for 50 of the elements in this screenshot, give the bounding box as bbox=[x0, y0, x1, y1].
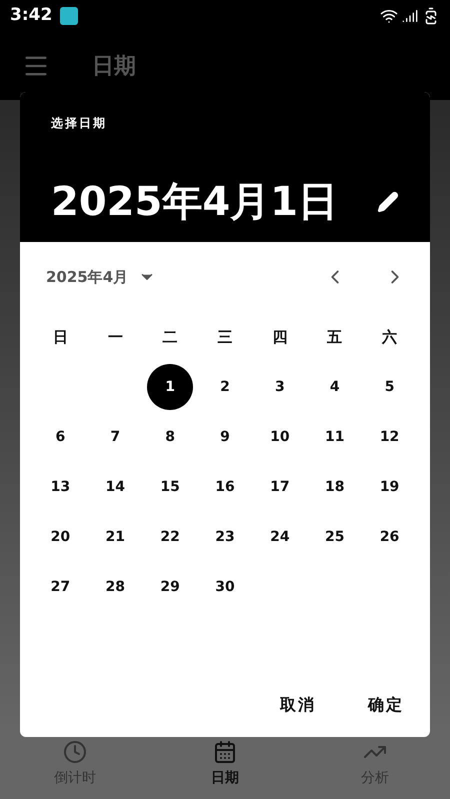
calendar-day[interactable]: 12 bbox=[366, 414, 413, 460]
calendar-day[interactable]: 1 bbox=[147, 364, 194, 410]
edit-icon[interactable] bbox=[377, 191, 399, 213]
weekday-label: 三 bbox=[216, 326, 234, 348]
dialog-button[interactable]: 确定 bbox=[352, 685, 420, 725]
app-notification-icon bbox=[60, 7, 78, 25]
weekday-label: 二 bbox=[162, 326, 179, 348]
calendar-icon bbox=[213, 740, 237, 764]
month-selector[interactable]: 2025年4月 bbox=[46, 266, 156, 288]
calendar-day[interactable]: 4 bbox=[312, 364, 358, 410]
wifi-icon bbox=[380, 7, 398, 25]
calendar-day[interactable]: 20 bbox=[37, 514, 84, 560]
calendar-day[interactable]: 23 bbox=[202, 514, 248, 560]
calendar-day[interactable]: 9 bbox=[202, 414, 248, 460]
dialog-label: 选择日期 bbox=[51, 115, 108, 132]
calendar-day[interactable]: 16 bbox=[202, 464, 248, 510]
calendar-day[interactable]: 5 bbox=[366, 364, 413, 410]
calendar-day[interactable]: 30 bbox=[202, 564, 248, 610]
calendar-day[interactable]: 10 bbox=[256, 414, 303, 460]
calendar-day[interactable]: 22 bbox=[147, 514, 194, 560]
calendar-day[interactable]: 24 bbox=[256, 514, 303, 560]
weekday-label: 四 bbox=[271, 326, 288, 348]
calendar-day[interactable]: 28 bbox=[92, 564, 138, 610]
selected-date-headline: 2025年4月1日 bbox=[51, 178, 338, 227]
calendar-day[interactable]: 18 bbox=[312, 464, 358, 510]
calendar-day[interactable]: 2 bbox=[202, 364, 248, 410]
weekday-label: 五 bbox=[326, 326, 344, 348]
calendar-day[interactable]: 27 bbox=[37, 564, 84, 610]
weekday-label: 一 bbox=[106, 326, 124, 348]
calendar-day[interactable]: 11 bbox=[312, 414, 358, 460]
dialog-button[interactable]: 取消 bbox=[264, 685, 332, 725]
signal-icon bbox=[402, 8, 418, 24]
clock-icon bbox=[63, 740, 87, 764]
calendar-day[interactable]: 13 bbox=[37, 464, 84, 510]
calendar-day[interactable]: 19 bbox=[366, 464, 413, 510]
weekday-label: 六 bbox=[380, 326, 398, 348]
calendar-day[interactable]: 21 bbox=[92, 514, 138, 560]
calendar-day[interactable]: 15 bbox=[147, 464, 194, 510]
calendar-day[interactable]: 14 bbox=[92, 464, 138, 510]
calendar-day[interactable]: 26 bbox=[366, 514, 413, 560]
calendar-day[interactable]: 7 bbox=[92, 414, 138, 460]
status-time: 3:42 bbox=[10, 4, 52, 28]
weekday-label: 日 bbox=[52, 326, 69, 348]
calendar-day[interactable]: 8 bbox=[147, 414, 194, 460]
calendar-day[interactable]: 6 bbox=[37, 414, 84, 460]
calendar-day[interactable]: 3 bbox=[256, 364, 303, 410]
calendar-day[interactable]: 17 bbox=[256, 464, 303, 510]
calendar-day[interactable]: 29 bbox=[147, 564, 194, 610]
calendar-day[interactable]: 25 bbox=[312, 514, 358, 560]
app-title: 日期 bbox=[92, 52, 136, 80]
